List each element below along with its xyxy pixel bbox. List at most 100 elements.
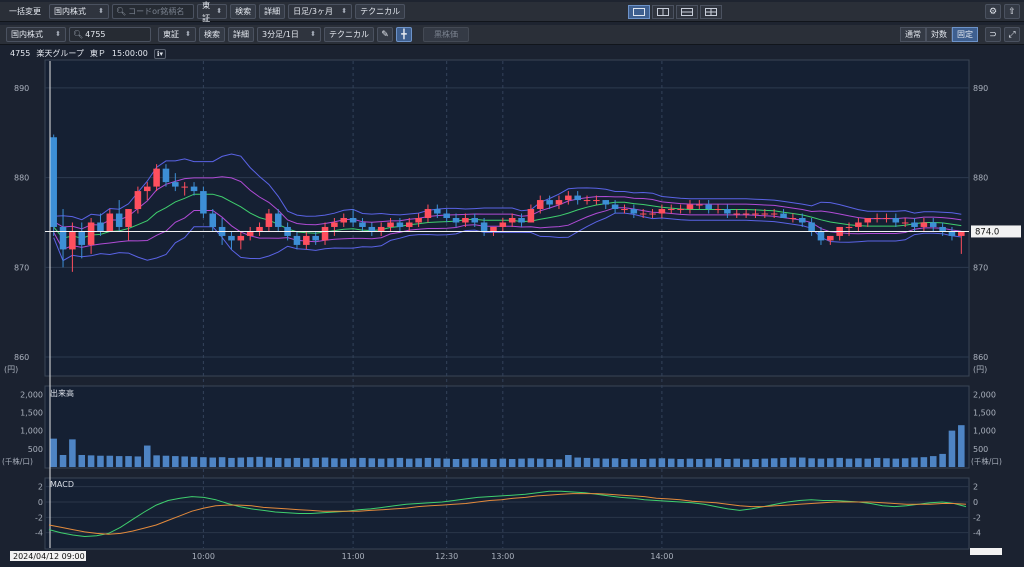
chart-search-button[interactable]: 検索: [199, 27, 225, 42]
candle-body: [705, 204, 712, 210]
volume-bar: [836, 457, 843, 467]
layout-grid-icon[interactable]: [700, 4, 722, 19]
volume-bar: [499, 458, 507, 467]
technical-button[interactable]: テクニカル: [355, 4, 406, 19]
candle-body: [415, 218, 422, 223]
select-arrow-icon: ⬍: [216, 7, 223, 15]
chart-technical-button[interactable]: テクニカル: [324, 27, 374, 42]
chart-area[interactable]: 4755 楽天グループ 東Ｐ 15:00:00 ℹ▾ 890 890 880 880 8…: [0, 45, 1024, 567]
candle-body: [256, 226, 263, 232]
candle-body: [649, 213, 656, 215]
candle-body: [948, 231, 956, 236]
layout-two-row-icon[interactable]: [676, 4, 698, 19]
price-tick-label-left: 870: [14, 263, 29, 272]
chart-period-select-value: 3分足/1日: [262, 30, 299, 39]
volume-bar: [677, 459, 684, 467]
scale-fixed-button[interactable]: 固定: [952, 27, 978, 42]
volume-bar: [312, 457, 319, 467]
volume-bar: [761, 458, 769, 467]
chart-symbol-search-box[interactable]: 🔍︎: [69, 27, 151, 42]
gear-icon[interactable]: ⚙: [985, 4, 1001, 19]
layout-single-icon[interactable]: [628, 4, 650, 19]
candle-body: [134, 191, 142, 210]
macd-tick-label-left: 0: [38, 498, 43, 507]
volume-bar: [565, 455, 572, 467]
info-icon[interactable]: ℹ▾: [153, 48, 167, 59]
crosshair-icon[interactable]: ╋: [396, 27, 412, 42]
scroll-handle[interactable]: [970, 548, 1002, 555]
volume-bar: [162, 455, 170, 467]
layout-two-column-icon[interactable]: [652, 4, 674, 19]
macd-tick-label-left: 2: [38, 483, 43, 492]
candle-body: [770, 213, 778, 215]
volume-bar: [845, 458, 853, 467]
candle-body: [855, 222, 862, 227]
candle-body: [621, 209, 628, 211]
market-select[interactable]: 国内株式 ⬍: [49, 4, 109, 19]
pencil-icon[interactable]: ✎: [377, 27, 393, 42]
select-arrow-icon: ⬍: [310, 30, 316, 38]
scale-normal-button[interactable]: 通常: [900, 27, 926, 42]
chart-exchange-select[interactable]: 東証 ⬍: [158, 27, 196, 42]
symbol-search-box[interactable]: 🔍︎: [112, 4, 195, 19]
candle-body: [303, 235, 310, 245]
detail-button[interactable]: 詳細: [259, 4, 286, 19]
stock-title-bar: 4755 楽天グループ 東Ｐ 15:00:00 ℹ▾: [10, 47, 167, 60]
search-button[interactable]: 検索: [230, 4, 257, 19]
candle-body: [125, 209, 132, 227]
volume-bar: [200, 457, 207, 467]
chart-period-select[interactable]: 3分足/1日 ⬍: [257, 27, 321, 42]
candle-body: [630, 209, 638, 214]
volume-bar: [817, 458, 825, 467]
candle-body: [499, 222, 507, 227]
candle-body: [434, 209, 441, 214]
disabled-button[interactable]: 黒株価: [423, 27, 469, 42]
candle-body: [153, 168, 160, 187]
chart-detail-button[interactable]: 詳細: [228, 27, 254, 42]
volume-bar: [359, 457, 366, 467]
price-tick-label-left: 880: [14, 174, 29, 183]
candle-body: [115, 213, 123, 227]
volume-bar: [490, 459, 497, 467]
scale-log-button[interactable]: 対数: [926, 27, 952, 42]
symbol-search-input[interactable]: [128, 7, 191, 16]
bulk-change-button[interactable]: 一括変更: [4, 4, 46, 19]
candle-body: [864, 218, 872, 223]
candle-body: [181, 186, 188, 188]
volume-bar: [901, 458, 909, 467]
volume-bar: [331, 458, 338, 467]
chart-symbol-input[interactable]: [85, 30, 148, 39]
expand-icon[interactable]: ⤢: [1004, 27, 1020, 42]
candle-body: [69, 231, 76, 250]
candle-body: [593, 200, 600, 202]
volume-bar: [696, 459, 703, 467]
volume-bar: [611, 458, 619, 467]
volume-bar: [368, 458, 376, 467]
chart-market-select[interactable]: 国内株式 ⬍: [6, 27, 66, 42]
exchange-select[interactable]: 東証 ⬍: [197, 1, 228, 23]
volume-bar: [667, 458, 675, 467]
candle-body: [929, 222, 937, 227]
period-select[interactable]: 日足/3ヶ月 ⬍: [288, 4, 353, 19]
volume-bar: [69, 439, 76, 467]
volume-tick-label-right: 2,000: [973, 390, 996, 399]
scale-toggle: 通常 対数 固定: [900, 27, 978, 42]
volume-bar: [172, 456, 179, 467]
price-tick-label-right: 880: [973, 174, 988, 183]
stock-time: 15:00:00: [111, 49, 148, 58]
candle-body: [274, 213, 282, 227]
candle-body: [246, 231, 254, 236]
share-icon[interactable]: ⇧: [1004, 4, 1020, 19]
price-chart[interactable]: 890 890 880 880 870 870 860 860 2,000 2,000 1,500 1…: [0, 45, 1024, 567]
volume-bar: [724, 459, 731, 467]
volume-bar: [190, 456, 198, 467]
current-price-label: 874.0: [975, 227, 999, 237]
volume-bar: [415, 458, 422, 467]
volume-bar: [630, 458, 638, 467]
undo-icon[interactable]: ⊃: [985, 27, 1001, 42]
volume-bar: [602, 458, 610, 467]
volume-tick-label-left: 500: [28, 445, 43, 454]
volume-bar: [434, 458, 441, 467]
chart-toolbar: 国内株式 ⬍ 🔍︎ 東証 ⬍ 検索 詳細 3分足/1日 ⬍ テクニカル ✎ ╋ 黒株価…: [0, 25, 1024, 45]
candle-body: [162, 168, 170, 183]
